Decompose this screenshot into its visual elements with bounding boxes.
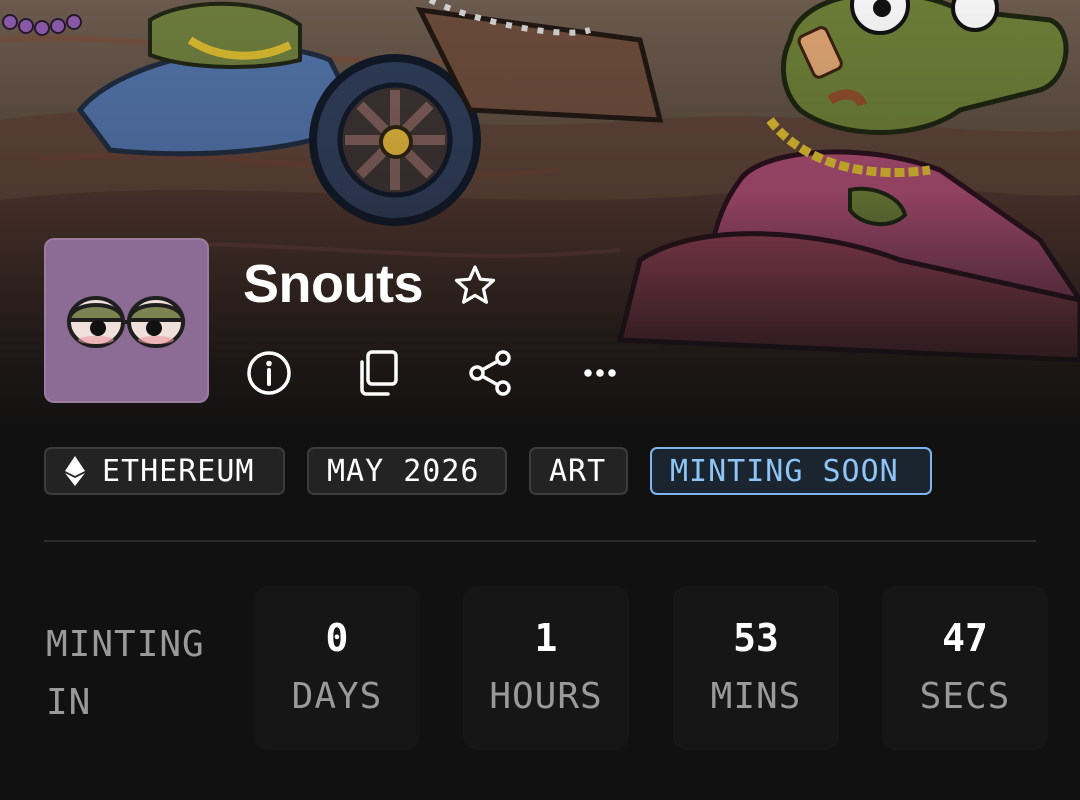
countdown-days: 0 DAYS — [254, 586, 420, 750]
countdown-hours: 1 HOURS — [463, 586, 629, 750]
tag-date[interactable]: MAY 2026 — [307, 447, 507, 495]
snout-eyes-icon — [66, 296, 186, 348]
countdown-secs-unit: SECS — [919, 676, 1011, 717]
countdown-secs-value: 47 — [942, 616, 988, 660]
collection-title: Snouts — [243, 254, 424, 314]
countdown-days-unit: DAYS — [291, 676, 383, 717]
ethereum-icon — [65, 456, 85, 486]
countdown-label: MINTING IN — [46, 616, 246, 732]
favorite-star-icon[interactable] — [452, 262, 498, 308]
info-icon[interactable] — [244, 348, 294, 398]
countdown-mins: 53 MINS — [673, 586, 839, 750]
countdown-days-value: 0 — [325, 616, 349, 660]
section-divider — [44, 540, 1036, 542]
countdown-mins-value: 53 — [733, 616, 779, 660]
countdown-mins-unit: MINS — [710, 676, 802, 717]
more-icon[interactable] — [575, 348, 625, 398]
countdown-label-line1: MINTING — [46, 624, 205, 665]
share-icon[interactable] — [465, 348, 515, 398]
tag-chain-label: ETHEREUM — [102, 453, 255, 489]
collection-avatar — [44, 238, 209, 403]
copy-icon[interactable] — [354, 348, 404, 398]
tag-chain[interactable]: ETHEREUM — [44, 447, 285, 495]
countdown-secs: 47 SECS — [882, 586, 1048, 750]
tag-category[interactable]: ART — [529, 447, 628, 495]
countdown-label-line2: IN — [46, 682, 92, 723]
countdown-hours-value: 1 — [534, 616, 558, 660]
countdown-hours-unit: HOURS — [489, 676, 603, 717]
tag-status[interactable]: MINTING SOON — [650, 447, 932, 495]
